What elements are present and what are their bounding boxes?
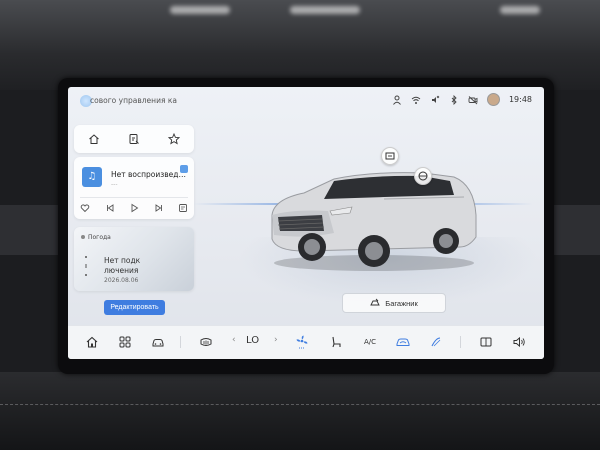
weather-date: 2026.08.06 xyxy=(104,277,139,284)
app-title: сового управления ка xyxy=(90,96,177,105)
weather-status-line2: лючения xyxy=(104,266,139,275)
route-icon[interactable] xyxy=(128,133,140,145)
volume-icon xyxy=(513,336,525,348)
wifi-icon[interactable] xyxy=(411,95,421,105)
track-title: Нет воспроизвед… xyxy=(111,170,186,179)
windshield-icon xyxy=(431,337,441,347)
windshield-defrost-button[interactable] xyxy=(428,334,444,350)
weather-icon xyxy=(81,235,85,239)
volume-button[interactable] xyxy=(511,334,527,350)
recirculation-button[interactable] xyxy=(395,334,411,350)
temp-down-chevron-icon[interactable]: ‹ xyxy=(232,335,236,345)
dashboard-left xyxy=(0,205,66,255)
trunk-icon xyxy=(370,298,380,306)
ceiling-light xyxy=(500,6,540,14)
avatar[interactable] xyxy=(486,93,500,106)
trunk-label: Багажник xyxy=(385,298,418,308)
fan-icon xyxy=(296,335,308,349)
home-dock-icon xyxy=(86,336,98,348)
ceiling-light xyxy=(170,6,230,14)
source-badge-icon xyxy=(180,165,188,173)
fan-button[interactable] xyxy=(294,334,310,350)
trunk-button[interactable]: Багажник xyxy=(342,293,446,313)
background-dashboard xyxy=(0,372,600,450)
infotainment-screen: сового управления ка 19:48 ♫ Нет воспрои… xyxy=(68,87,544,359)
album-art: ♫ xyxy=(82,167,102,187)
music-card[interactable]: ♫ Нет воспроизвед… --- xyxy=(74,157,194,219)
edit-button[interactable]: Редактировать xyxy=(104,300,165,315)
lock-glyph-icon xyxy=(418,171,428,181)
heart-icon[interactable] xyxy=(80,203,90,213)
ac-button[interactable]: A/C xyxy=(362,334,378,350)
play-icon[interactable] xyxy=(129,203,139,213)
weather-label: Погода xyxy=(88,234,111,241)
weather-card[interactable]: Погода Нет подк лючения 2026.08.06 xyxy=(74,227,194,291)
car-image xyxy=(271,172,477,271)
bottom-dock: ‹ LO › A/C xyxy=(68,325,544,359)
camera-off-icon[interactable] xyxy=(468,95,478,105)
car-icon xyxy=(152,339,164,347)
track-subtitle: --- xyxy=(111,181,118,188)
car-control-button[interactable] xyxy=(150,334,166,350)
dock-divider xyxy=(180,336,181,348)
home-button[interactable] xyxy=(84,334,100,350)
user-icon[interactable] xyxy=(392,95,402,105)
playlist-icon[interactable] xyxy=(178,203,188,213)
lock-icon[interactable] xyxy=(414,167,432,185)
recirculation-icon xyxy=(396,338,410,346)
seat-icon xyxy=(332,336,341,348)
rear-defrost-button[interactable] xyxy=(198,334,214,350)
bluetooth-icon[interactable] xyxy=(449,94,459,105)
screen-icon[interactable] xyxy=(381,147,399,165)
status-bar: сового управления ка 19:48 xyxy=(68,87,544,113)
seat-button[interactable] xyxy=(328,334,344,350)
screen-glyph-icon xyxy=(385,152,395,160)
ceiling-light xyxy=(290,6,360,14)
temp-up-chevron-icon[interactable]: › xyxy=(274,335,278,345)
divider xyxy=(80,197,188,198)
next-icon[interactable] xyxy=(154,203,164,213)
star-icon[interactable] xyxy=(168,133,180,145)
prev-icon[interactable] xyxy=(105,203,115,213)
temperature-value: LO xyxy=(246,335,260,346)
weather-indicator-icon xyxy=(85,256,87,276)
background-ceiling xyxy=(0,0,600,90)
apps-button[interactable] xyxy=(117,334,133,350)
mute-icon[interactable] xyxy=(430,95,440,105)
clock: 19:48 xyxy=(508,95,532,104)
status-icons: 19:48 xyxy=(392,93,532,106)
home-icon[interactable] xyxy=(88,133,100,145)
weather-status-line1: Нет подк xyxy=(104,256,141,265)
weather-status: Нет подк лючения xyxy=(104,256,164,276)
ac-label: A/C xyxy=(363,338,377,346)
apps-grid-icon xyxy=(119,336,131,348)
dock-divider xyxy=(460,336,461,348)
navigation-card xyxy=(74,125,194,153)
mirror-button[interactable] xyxy=(478,334,494,350)
music-controls xyxy=(80,202,188,214)
dashboard-stitching xyxy=(0,404,600,405)
screen-mirror-icon xyxy=(480,337,492,347)
defrost-icon xyxy=(200,338,212,346)
